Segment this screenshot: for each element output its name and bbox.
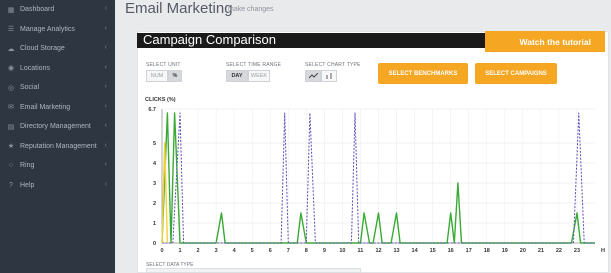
sidebar-item-label: Ring bbox=[20, 162, 35, 170]
chevron-left-icon: ‹ bbox=[104, 83, 107, 90]
sidebar-item-directory-management[interactable]: ▤ Directory Management ‹ bbox=[0, 117, 115, 137]
bar-chart-icon[interactable] bbox=[321, 70, 337, 82]
sidebar-item-social[interactable]: ◎ Social ‹ bbox=[0, 78, 115, 98]
page-title: Email Marketing bbox=[125, 0, 233, 17]
sidebar-item-label: Manage Analytics bbox=[20, 25, 75, 33]
analytics-icon: ☰ bbox=[7, 26, 15, 34]
email-icon: ✉ bbox=[8, 104, 14, 112]
line-chart-icon[interactable] bbox=[305, 70, 321, 82]
sidebar-item-label: Directory Management bbox=[20, 123, 91, 131]
x-tick-label: 16 bbox=[448, 248, 454, 254]
x-tick-label: 10 bbox=[339, 248, 345, 254]
y-tick-label: 2 bbox=[153, 201, 156, 207]
sidebar-item-reputation-management[interactable]: ★ Reputation Management ‹ bbox=[0, 137, 115, 157]
ring-icon: ○ bbox=[8, 162, 14, 170]
select-benchmarks-button[interactable]: SELECT BENCHMARKS bbox=[378, 63, 468, 84]
x-tick-label: 0 bbox=[160, 248, 163, 254]
x-tick-label: 20 bbox=[520, 248, 526, 254]
y-tick-label: 4 bbox=[153, 161, 157, 167]
help-icon: ? bbox=[9, 181, 13, 189]
x-tick-label: 18 bbox=[484, 248, 490, 254]
x-tick-label: 13 bbox=[393, 248, 399, 254]
location-icon: ◉ bbox=[7, 65, 15, 73]
unit-percent-option[interactable]: % bbox=[168, 70, 182, 82]
x-tick-label: 4 bbox=[233, 248, 237, 254]
sidebar-item-label: Locations bbox=[20, 64, 50, 72]
y-tick-label: 1 bbox=[153, 221, 156, 227]
sidebar-item-ring[interactable]: ○ Ring ‹ bbox=[0, 156, 115, 176]
chevron-left-icon: ‹ bbox=[104, 44, 107, 51]
clicks-line-chart: 0123456.70 1 2 3 4 5 6 7 8 9 10 11 12 13 14 15 16 17 18 19 2… bbox=[148, 107, 605, 254]
chevron-left-icon: ‹ bbox=[104, 161, 107, 168]
chevron-left-icon: ‹ bbox=[104, 63, 107, 71]
watch-tutorial-button[interactable]: Watch the tutorial bbox=[485, 31, 605, 52]
select-unit-label: SELECT UNIT bbox=[146, 62, 181, 68]
sidebar-item-label: Email Marketing bbox=[20, 103, 71, 111]
sidebar-item-help[interactable]: ? Help ‹ bbox=[0, 176, 115, 196]
chevron-left-icon: ‹ bbox=[104, 24, 107, 32]
select-campaigns-button[interactable]: SELECT CAMPAIGNS bbox=[475, 63, 557, 84]
sidebar-item-label: Help bbox=[20, 181, 35, 189]
chevron-left-icon: ‹ bbox=[104, 5, 107, 12]
chevron-left-icon: ‹ bbox=[104, 122, 107, 129]
data-type-selector[interactable] bbox=[146, 268, 361, 273]
y-tick-label: 5 bbox=[153, 141, 156, 147]
select-time-range-label: SELECT TIME RANGE bbox=[226, 62, 282, 68]
sidebar-item-label: Reputation Management bbox=[20, 142, 97, 150]
reputation-icon: ★ bbox=[7, 143, 15, 151]
x-tick-label: 22 bbox=[556, 248, 562, 254]
sidebar-item-label: Social bbox=[20, 84, 40, 92]
x-tick-label: 5 bbox=[251, 248, 254, 254]
sidebar-item-label: Dashboard bbox=[20, 6, 55, 14]
directory-icon: ▤ bbox=[7, 123, 15, 131]
dashboard-icon: ▦ bbox=[7, 6, 15, 14]
x-tick-label: 6 bbox=[269, 248, 272, 254]
chevron-left-icon: ‹ bbox=[104, 180, 107, 188]
x-tick-label: 3 bbox=[215, 248, 218, 254]
select-chart-type-label: SELECT CHART TYPE bbox=[305, 62, 361, 68]
unit-num-option[interactable]: NUM bbox=[146, 70, 168, 82]
sidebar-item-manage-analytics[interactable]: ☰ Manage Analytics ‹ bbox=[0, 20, 115, 40]
x-tick-label: 2 bbox=[197, 248, 200, 254]
x-tick-label: 15 bbox=[430, 248, 436, 254]
x-tick-label: 17 bbox=[466, 248, 472, 254]
x-unit-label: Hr bbox=[601, 248, 605, 254]
x-tick-label: 19 bbox=[502, 248, 508, 254]
x-tick-label: 9 bbox=[323, 248, 326, 254]
social-icon: ◎ bbox=[7, 84, 15, 92]
unit-toggle: NUM % bbox=[146, 70, 182, 82]
y-tick-label: 3 bbox=[153, 181, 156, 187]
y-tick-label: 0 bbox=[153, 241, 156, 247]
sidebar-item-cloud-storage[interactable]: ☁ Cloud Storage ‹ bbox=[0, 39, 115, 59]
x-tick-label: 7 bbox=[287, 248, 290, 254]
page-subtitle: make changes bbox=[228, 6, 274, 13]
sidebar: ▦ Dashboard ‹ ☰ Manage Analytics ‹ ☁ Cloud Stor… bbox=[0, 0, 115, 273]
time-range-day-option[interactable]: DAY bbox=[226, 70, 248, 82]
chevron-left-icon: ‹ bbox=[104, 141, 107, 149]
time-range-toggle: DAY WEEK bbox=[226, 70, 270, 82]
x-tick-label: 23 bbox=[574, 248, 580, 254]
sidebar-item-label: Cloud Storage bbox=[20, 45, 65, 53]
x-tick-label: 11 bbox=[358, 248, 364, 254]
cloud-icon: ☁ bbox=[7, 45, 15, 53]
y-tick-label: 6.7 bbox=[148, 107, 156, 113]
x-tick-label: 12 bbox=[375, 248, 381, 254]
chevron-left-icon: ‹ bbox=[104, 102, 107, 110]
x-tick-label: 8 bbox=[305, 248, 308, 254]
x-tick-label: 1 bbox=[179, 248, 182, 254]
time-range-week-option[interactable]: WEEK bbox=[248, 70, 270, 82]
x-tick-label: 14 bbox=[412, 248, 419, 254]
sidebar-item-locations[interactable]: ◉ Locations ‹ bbox=[0, 59, 115, 79]
sidebar-item-email-marketing[interactable]: ✉ Email Marketing ‹ bbox=[0, 98, 115, 118]
sidebar-item-dashboard[interactable]: ▦ Dashboard ‹ bbox=[0, 0, 115, 20]
panel-title: Campaign Comparison bbox=[143, 32, 276, 47]
chart-type-toggle bbox=[305, 70, 337, 82]
x-tick-label: 21 bbox=[538, 248, 544, 254]
